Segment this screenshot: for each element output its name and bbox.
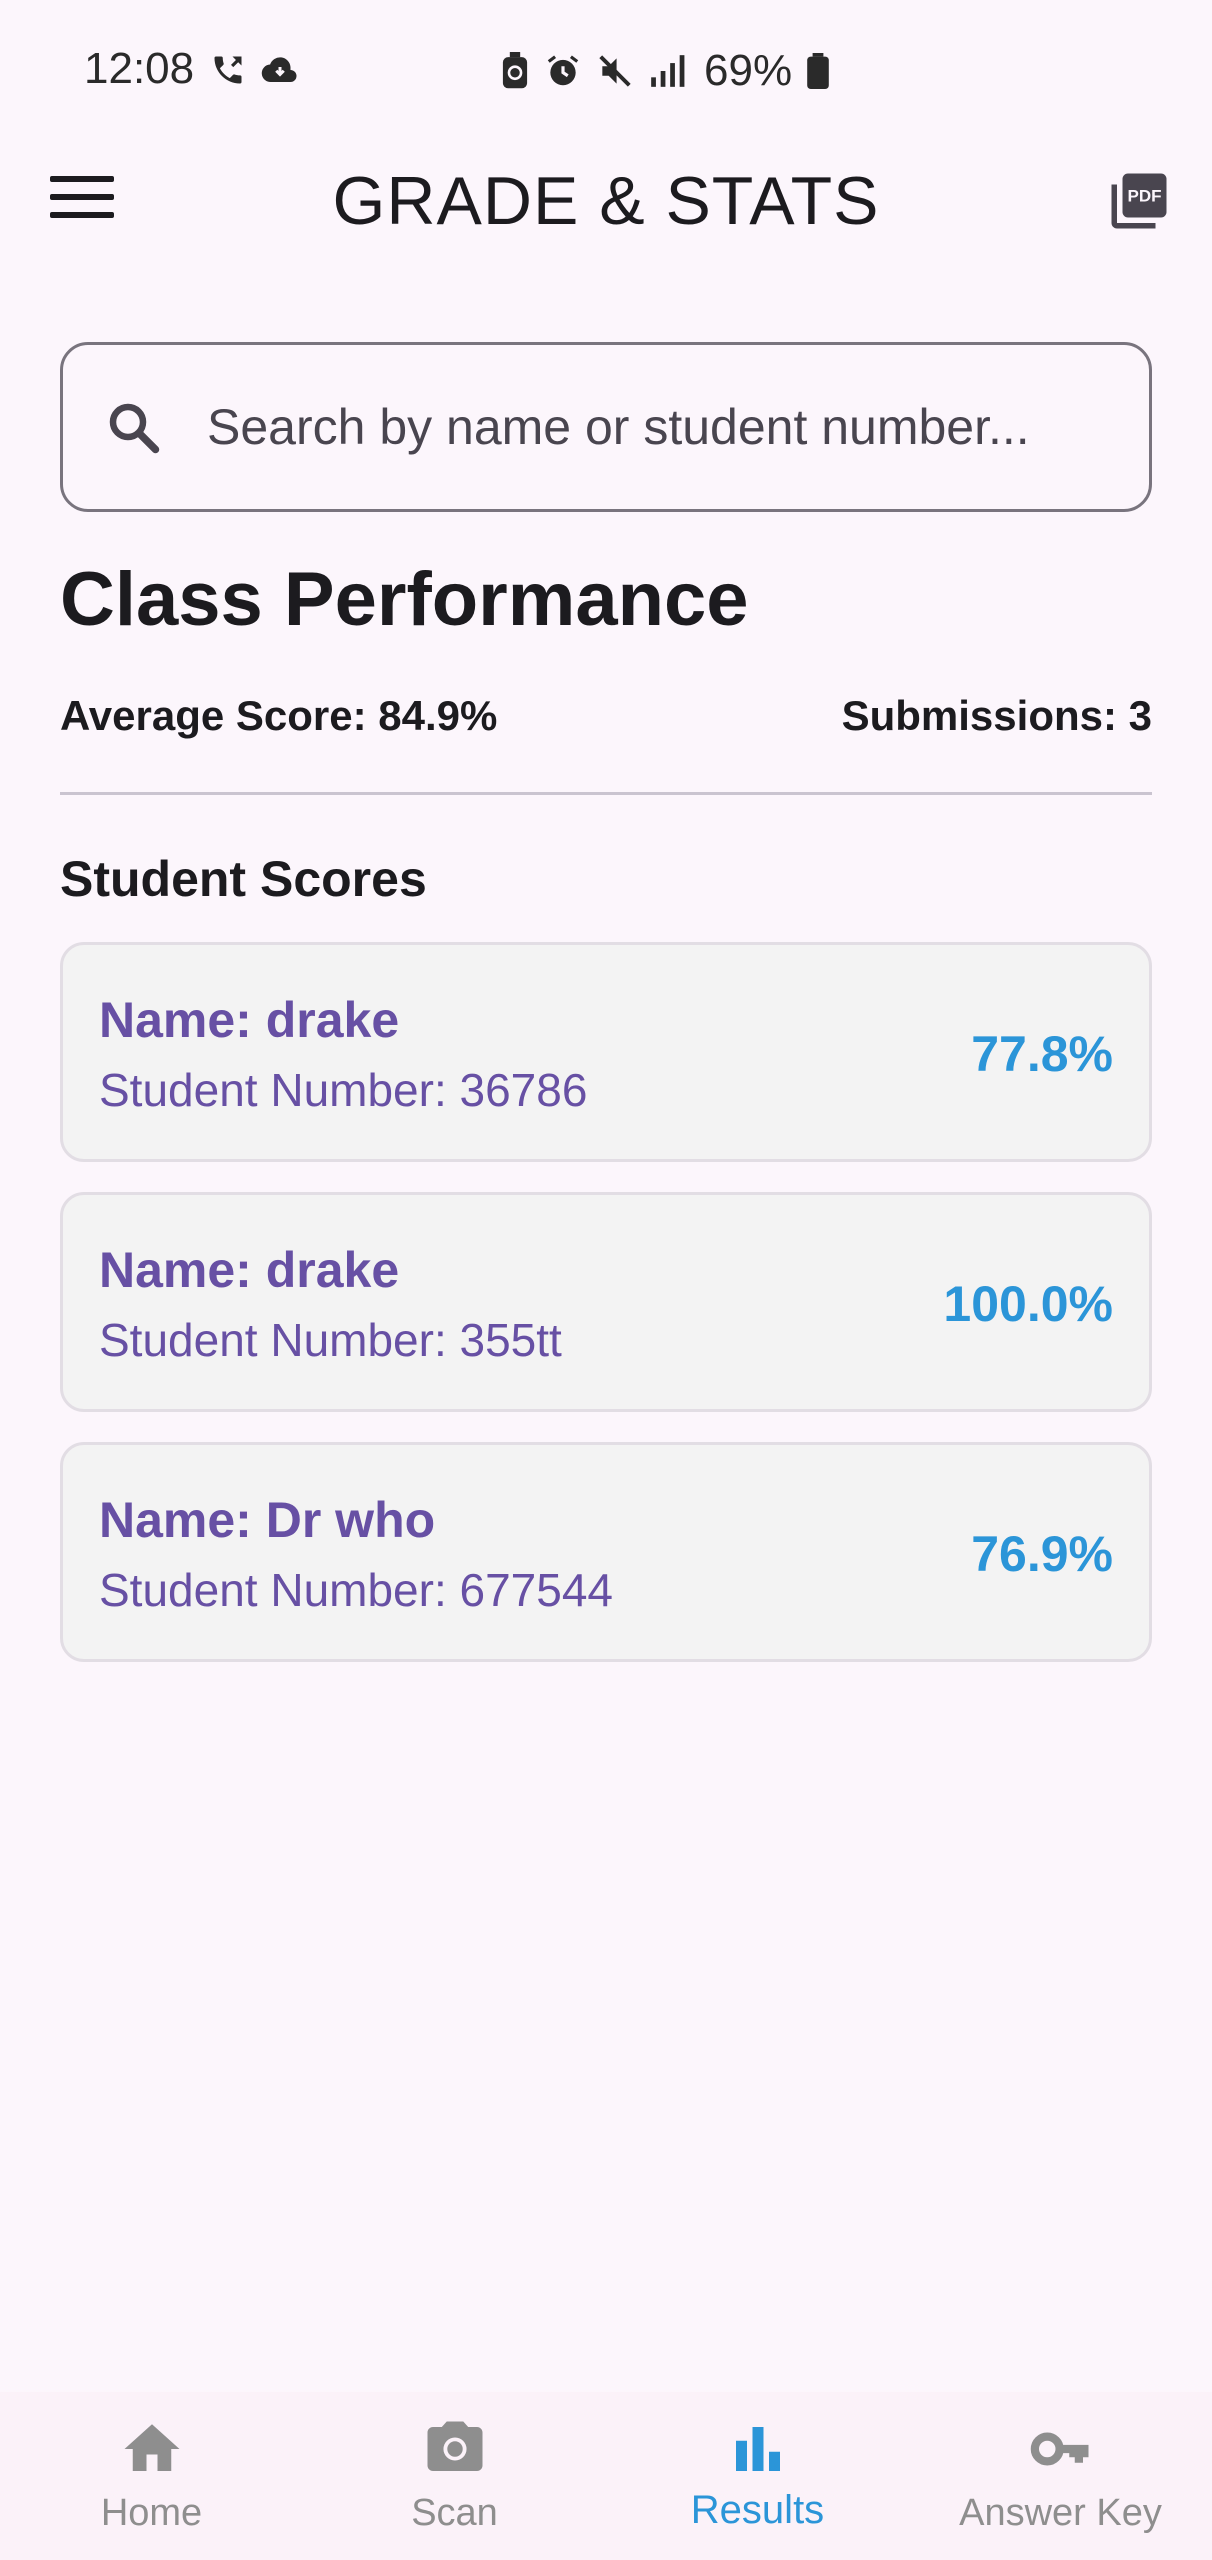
camera-icon	[427, 2421, 482, 2471]
search-input[interactable]	[207, 398, 1107, 456]
student-score-card[interactable]: Name: drake Student Number: 36786 77.8%	[60, 942, 1152, 1162]
student-name: Name: Dr who	[99, 1492, 436, 1548]
nav-results[interactable]: Results	[606, 2392, 909, 2560]
student-score: 77.8%	[971, 1026, 1113, 1082]
search-icon	[109, 403, 160, 454]
student-name: Name: drake	[99, 1242, 400, 1298]
pdf-icon: PDF	[1111, 173, 1167, 229]
search-box[interactable]	[60, 342, 1152, 512]
bar-chart-icon	[735, 2427, 780, 2471]
battery-saver-icon	[502, 52, 528, 89]
class-performance-title: Class Performance	[60, 557, 749, 642]
home-icon	[124, 2424, 179, 2471]
svg-text:PDF: PDF	[1127, 187, 1161, 206]
nav-results-label: Results	[690, 2488, 825, 2532]
student-number: Student Number: 36786	[99, 1064, 588, 1116]
student-number: Student Number: 355tt	[99, 1314, 562, 1366]
key-icon	[1030, 2432, 1088, 2466]
student-scores-title: Student Scores	[60, 851, 427, 907]
status-left-icons	[210, 52, 300, 88]
status-right-icons: 69%	[500, 46, 830, 96]
divider	[60, 792, 1152, 795]
mute-icon	[599, 55, 631, 87]
export-pdf-button[interactable]: PDF	[1106, 168, 1172, 234]
student-name: Name: drake	[99, 992, 400, 1048]
student-score-card[interactable]: Name: Dr who Student Number: 677544 76.9…	[60, 1442, 1152, 1662]
battery-percent: 69%	[704, 46, 793, 95]
nav-scan[interactable]: Scan	[303, 2392, 606, 2560]
nav-answer-key-label: Answer Key	[959, 2492, 1162, 2534]
student-score: 100.0%	[943, 1276, 1113, 1332]
call-forward-icon	[214, 56, 242, 84]
student-score: 76.9%	[971, 1526, 1113, 1582]
submissions-count: Submissions: 3	[841, 692, 1152, 739]
nav-home[interactable]: Home	[0, 2392, 303, 2560]
nav-home-label: Home	[100, 2492, 203, 2534]
cloud-download-icon	[261, 57, 297, 83]
student-score-card[interactable]: Name: drake Student Number: 355tt 100.0%	[60, 1192, 1152, 1412]
student-number: Student Number: 677544	[99, 1564, 614, 1616]
average-score: Average Score: 84.9%	[60, 692, 498, 739]
status-bar: 12:08 69%	[0, 0, 1212, 140]
bottom-navigation: Home Scan Results Answer Key	[0, 2392, 1212, 2560]
stats-row: Average Score: 84.9% Submissions: 3	[60, 692, 1152, 740]
page-title: GRADE & STATS	[332, 163, 880, 239]
nav-answer-key[interactable]: Answer Key	[909, 2392, 1212, 2560]
nav-scan-label: Scan	[411, 2492, 498, 2534]
student-score-list: Name: drake Student Number: 36786 77.8% …	[60, 942, 1152, 1692]
battery-icon	[807, 53, 829, 89]
app-bar: GRADE & STATS PDF	[0, 140, 1212, 260]
alarm-icon	[547, 55, 579, 86]
status-time: 12:08	[84, 44, 195, 93]
signal-icon	[651, 55, 685, 87]
